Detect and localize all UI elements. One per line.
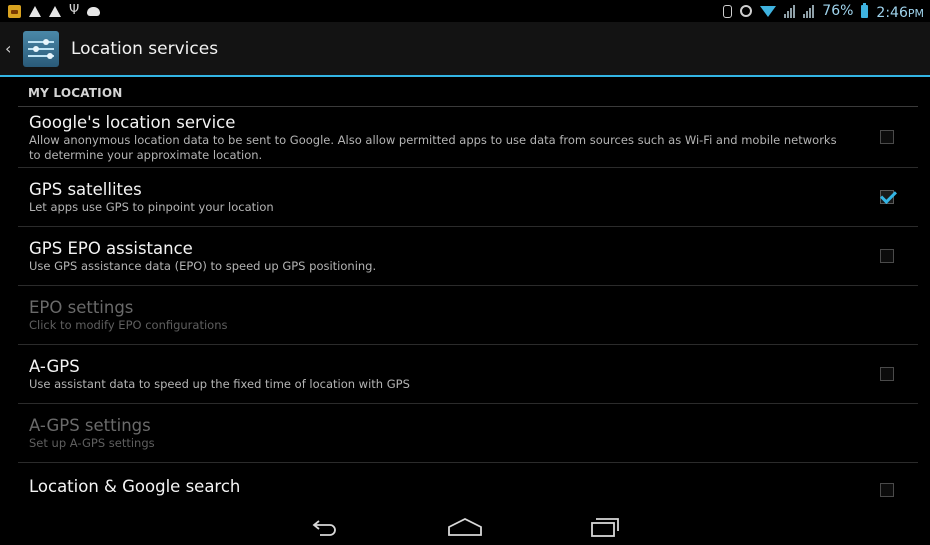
recent-apps-button[interactable] (575, 509, 635, 545)
sim-icon (723, 4, 733, 18)
pref-title: EPO settings (29, 298, 134, 317)
warning-icon (49, 5, 61, 17)
wifi-icon (760, 5, 777, 17)
navigation-bar (0, 509, 930, 545)
recent-apps-icon (591, 518, 619, 537)
gps-satellites-checkbox[interactable] (880, 190, 894, 204)
pref-title: Google's location service (29, 112, 236, 132)
battery-icon (861, 2, 869, 18)
pref-summary: Use assistant data to speed up the fixed… (29, 377, 410, 391)
battery-percentage: 76% (822, 3, 854, 19)
a-gps-checkbox[interactable] (880, 367, 894, 381)
action-bar: ‹ Location services (0, 22, 930, 77)
system-icons: 76% 2:46PM (723, 2, 924, 21)
pref-title: GPS EPO assistance (29, 239, 193, 258)
pref-a-gps-settings: A-GPS settings Set up A-GPS settings (18, 404, 918, 463)
pref-summary: Use GPS assistance data (EPO) to speed u… (29, 259, 377, 273)
pref-location-google-search[interactable]: Location & Google search (18, 463, 918, 509)
google-location-checkbox[interactable] (880, 130, 894, 144)
back-button[interactable] (295, 509, 355, 545)
home-icon (448, 517, 482, 536)
alarm-icon (740, 5, 753, 17)
page-title: Location services (71, 38, 219, 59)
app-notification-icon (8, 4, 21, 18)
warning-icon (29, 5, 41, 17)
status-bar: Ψ 76% 2:46PM (0, 0, 930, 22)
pref-gps-satellites[interactable]: GPS satellites Let apps use GPS to pinpo… (18, 168, 918, 227)
preference-list[interactable]: MY LOCATION Google's location service Al… (0, 79, 930, 509)
pref-a-gps[interactable]: A-GPS Use assistant data to speed up the… (18, 345, 918, 404)
pref-google-location-service[interactable]: Google's location service Allow anonymou… (18, 107, 918, 168)
pref-summary: Set up A-GPS settings (29, 436, 155, 450)
pref-title: GPS satellites (29, 180, 142, 199)
pref-title: A-GPS (29, 357, 80, 376)
clock-ampm: PM (907, 6, 924, 20)
section-header: MY LOCATION (18, 79, 918, 107)
notification-icons: Ψ (8, 3, 101, 18)
pref-title: Location & Google search (29, 477, 241, 496)
pref-epo-settings: EPO settings Click to modify EPO configu… (18, 286, 918, 345)
pref-summary: Click to modify EPO configurations (29, 318, 228, 332)
signal-icon (784, 4, 796, 18)
pref-gps-epo-assistance[interactable]: GPS EPO assistance Use GPS assistance da… (18, 227, 918, 286)
signal-icon (803, 4, 815, 18)
pref-summary: Allow anonymous location data to be sent… (29, 132, 837, 162)
up-chevron-icon[interactable]: ‹ (5, 39, 15, 58)
gps-epo-checkbox[interactable] (880, 249, 894, 263)
debug-icon (87, 6, 101, 16)
settings-sliders-icon[interactable] (23, 30, 59, 67)
location-search-checkbox[interactable] (880, 483, 894, 497)
clock: 2:46 (876, 4, 908, 21)
back-icon (312, 520, 336, 536)
usb-icon: Ψ (69, 3, 80, 18)
home-button[interactable] (435, 509, 495, 545)
pref-title: A-GPS settings (29, 416, 151, 435)
pref-summary: Let apps use GPS to pinpoint your locati… (29, 200, 274, 214)
